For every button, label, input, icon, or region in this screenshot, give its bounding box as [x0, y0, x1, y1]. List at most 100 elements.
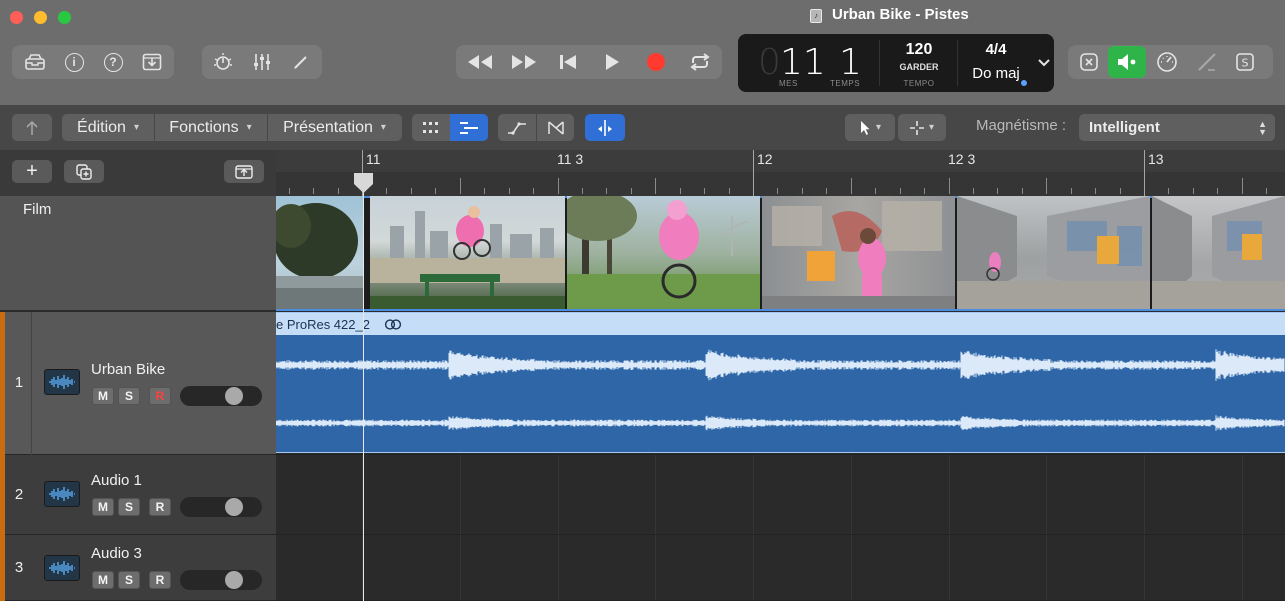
go-to-start-button[interactable]	[548, 45, 588, 79]
ruler-tick	[1022, 188, 1023, 194]
left-click-tool-menu[interactable]: ▾	[845, 114, 895, 141]
track-name[interactable]: Urban Bike	[91, 361, 165, 378]
record-button[interactable]	[636, 45, 676, 79]
mixer-button[interactable]	[243, 45, 281, 79]
lane-grid-line	[460, 535, 461, 600]
play-button[interactable]	[592, 45, 632, 79]
volume-slider[interactable]	[180, 497, 262, 517]
lcd-bar-label: MES	[779, 79, 798, 88]
audio-region[interactable]: e ProRes 422_2	[276, 312, 1285, 453]
close-window-button[interactable]	[10, 11, 23, 24]
mute-button[interactable]: M	[92, 387, 114, 405]
volume-slider-knob[interactable]	[225, 498, 243, 516]
record-enable-button[interactable]: R	[149, 498, 171, 516]
download-icon	[142, 53, 162, 71]
lane-grid-line	[1242, 535, 1243, 600]
track-lane-2[interactable]	[276, 455, 1285, 535]
autopunch-button[interactable]	[1188, 45, 1226, 79]
track-name[interactable]: Audio 3	[91, 545, 142, 562]
view-menu[interactable]: Présentation ▾	[267, 119, 402, 137]
quick-help-button[interactable]: ?	[94, 45, 132, 79]
ruler-bar-line	[753, 150, 754, 196]
track-number: 3	[14, 559, 24, 576]
transport-group	[456, 45, 722, 79]
inspector-button[interactable]: i	[55, 45, 93, 79]
solo-button[interactable]: S	[118, 498, 140, 516]
list-view-button[interactable]	[450, 114, 488, 141]
volume-slider[interactable]	[180, 386, 262, 406]
tuner-button[interactable]	[1148, 45, 1186, 79]
toolbar-toggle-button[interactable]	[133, 45, 171, 79]
cycle-icon	[690, 53, 710, 71]
movie-thumbnail	[276, 196, 363, 309]
mute-button[interactable]: M	[92, 498, 114, 516]
lcd-menu-button[interactable]	[1034, 34, 1054, 92]
solo-button[interactable]: S	[118, 571, 140, 589]
ruler-beat-tick	[558, 178, 559, 194]
flex-button[interactable]	[536, 114, 574, 141]
ruler-tick	[435, 188, 436, 194]
movie-track-header[interactable]: Film	[0, 196, 276, 311]
waveform-channel	[276, 415, 1285, 431]
library-button[interactable]	[16, 45, 54, 79]
rewind-button[interactable]	[460, 45, 500, 79]
minimize-window-button[interactable]	[34, 11, 47, 24]
track-lane-3[interactable]	[276, 535, 1285, 601]
go-to-start-icon	[560, 55, 576, 69]
ruler-tick	[802, 188, 803, 194]
metronome-button[interactable]	[1108, 46, 1146, 78]
solo-button[interactable]: S	[118, 387, 140, 405]
functions-menu[interactable]: Fonctions ▾	[154, 119, 267, 137]
track-header-tools: +	[0, 150, 276, 196]
track-name[interactable]: Audio 1	[91, 472, 142, 489]
edit-menu[interactable]: Édition ▾	[62, 119, 154, 137]
editors-button[interactable]	[282, 45, 320, 79]
lcd-display[interactable]: 0 11 MES 1 TEMPS 120 GARDER TEMPO 4/4 Do…	[738, 34, 1054, 92]
region-name: e ProRes 422_2	[276, 317, 370, 332]
collapse-tracks-button[interactable]	[224, 160, 264, 183]
bar-ruler[interactable]: 11 11 3 12 12 3 13	[276, 150, 1285, 196]
score-button[interactable]: S	[1226, 45, 1264, 79]
fast-forward-button[interactable]	[504, 45, 544, 79]
record-enable-button[interactable]: R	[149, 387, 171, 405]
cycle-button[interactable]	[680, 45, 720, 79]
cmd-click-tool-menu[interactable]: ▾	[898, 114, 946, 141]
mute-button[interactable]: M	[92, 571, 114, 589]
volume-slider[interactable]	[180, 570, 262, 590]
automation-button[interactable]	[498, 114, 536, 141]
track-header-2[interactable]: 2 Audio 1 M S R	[0, 455, 276, 535]
record-enable-button[interactable]: R	[149, 571, 171, 589]
add-track-button[interactable]: +	[12, 160, 52, 183]
audio-track-icon[interactable]	[44, 555, 80, 581]
ruler-tick	[509, 188, 510, 194]
lane-grid-line	[558, 535, 559, 600]
volume-slider-knob[interactable]	[225, 387, 243, 405]
ruler-tick	[1168, 188, 1169, 194]
audio-track-icon[interactable]	[44, 481, 80, 507]
movie-thumbnail-lane[interactable]	[276, 196, 1285, 311]
catch-playhead-button[interactable]	[585, 114, 625, 141]
smart-controls-button[interactable]	[204, 45, 242, 79]
zoom-window-button[interactable]	[58, 11, 71, 24]
lcd-time-signature: 4/4	[985, 41, 1007, 58]
audio-track-icon[interactable]	[44, 369, 80, 395]
pointer-tool-icon	[860, 120, 870, 135]
playhead[interactable]	[363, 178, 364, 601]
upload-icon	[235, 164, 253, 179]
duplicate-track-button[interactable]	[64, 160, 104, 183]
track-number: 1	[14, 374, 24, 391]
playhead-handle[interactable]	[353, 172, 374, 194]
volume-slider-knob[interactable]	[225, 571, 243, 589]
ruler-bar-line	[1144, 150, 1145, 196]
track-header-3[interactable]: 3 Audio 3 M S R	[0, 535, 276, 601]
region-header[interactable]: e ProRes 422_2	[276, 313, 1285, 335]
play-icon	[606, 54, 619, 70]
count-in-button[interactable]	[1070, 45, 1108, 79]
snap-select[interactable]: Intelligent ▲ ▼	[1079, 114, 1275, 141]
control-bar: ♪ Urban Bike - Pistes i ? 0 11 MES 1 TEM…	[0, 0, 1285, 105]
go-up-button[interactable]	[12, 114, 52, 141]
track-header-1[interactable]: 1 Urban Bike M S R	[0, 312, 276, 455]
ruler-tick	[631, 188, 632, 194]
movie-thumbnail	[1152, 196, 1285, 309]
grid-view-button[interactable]	[412, 114, 450, 141]
